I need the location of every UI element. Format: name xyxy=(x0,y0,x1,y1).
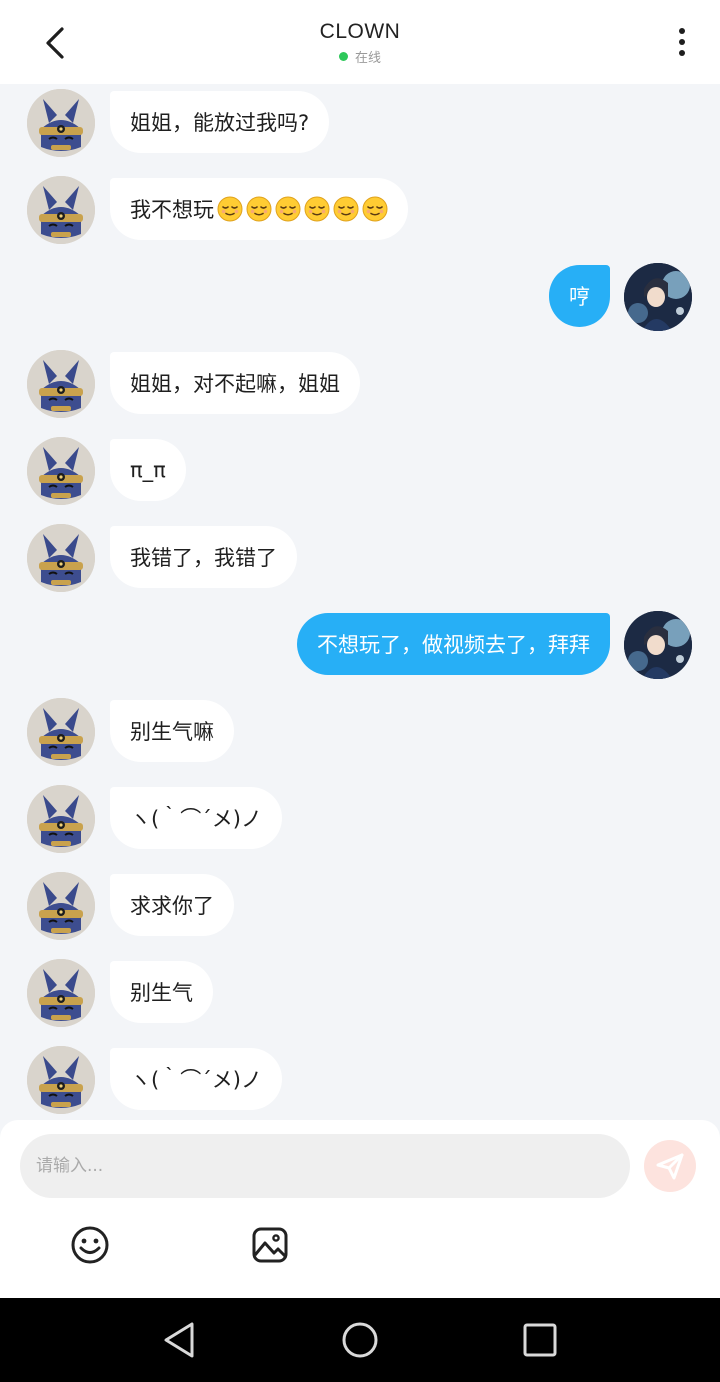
send-icon xyxy=(656,1153,684,1180)
message-text: 别生气 xyxy=(130,981,193,1005)
contact-avatar[interactable] xyxy=(27,89,95,157)
incoming-message-row: π_π xyxy=(0,435,720,505)
nav-home-icon xyxy=(342,1322,378,1358)
message-text: π_π xyxy=(130,458,166,482)
outgoing-message-row: 不想玩了，做视频去了，拜拜 xyxy=(0,609,720,679)
online-dot xyxy=(338,52,348,61)
contact-avatar[interactable] xyxy=(27,437,95,505)
incoming-message-row: 别生气嘛 xyxy=(0,696,720,766)
incoming-message-row: 我不想玩 xyxy=(0,174,720,244)
incoming-message-row: 别生气 xyxy=(0,957,720,1027)
message-text: ヽ(｀⌒´メ)ノ xyxy=(130,1068,262,1092)
more-dot xyxy=(679,39,685,45)
message-composer xyxy=(0,1120,720,1298)
message-bubble[interactable]: 别生气 xyxy=(110,961,213,1023)
message-text: 我不想玩 xyxy=(130,198,214,222)
chat-header: CLOWN 在线 xyxy=(0,0,720,84)
relieved-face-emoji xyxy=(275,196,301,222)
nav-recent-icon xyxy=(523,1323,557,1357)
image-button[interactable] xyxy=(249,1224,291,1266)
incoming-message-row: ヽ(｀⌒´メ)ノ xyxy=(0,783,720,853)
contact-avatar[interactable] xyxy=(27,524,95,592)
contact-avatar[interactable] xyxy=(27,350,95,418)
contact-avatar[interactable] xyxy=(27,785,95,853)
my-avatar[interactable] xyxy=(624,611,692,679)
nav-back-icon xyxy=(164,1322,194,1358)
message-bubble[interactable]: 我错了，我错了 xyxy=(110,526,297,588)
message-bubble[interactable]: ヽ(｀⌒´メ)ノ xyxy=(110,1048,282,1110)
more-dot xyxy=(679,50,685,56)
emoji-button[interactable] xyxy=(69,1224,111,1266)
relieved-face-emoji xyxy=(304,196,330,222)
nav-home-button[interactable] xyxy=(338,1318,382,1362)
my-avatar[interactable] xyxy=(624,263,692,331)
message-list[interactable]: 姐姐，能放过我吗? 我不想玩哼姐姐，对不起嘛，姐姐 π_π 我错了，我错了不想玩了，做… xyxy=(0,84,720,1120)
header-title-area: CLOWN 在线 xyxy=(0,20,720,66)
message-bubble[interactable]: 不想玩了，做视频去了，拜拜 xyxy=(297,613,610,675)
more-vertical-icon xyxy=(679,28,685,34)
incoming-message-row: 我错了，我错了 xyxy=(0,522,720,592)
contact-avatar[interactable] xyxy=(27,1046,95,1114)
message-text: ヽ(｀⌒´メ)ノ xyxy=(130,807,262,831)
more-options-button[interactable] xyxy=(668,22,696,62)
status-text: 在线 xyxy=(354,51,381,66)
contact-avatar[interactable] xyxy=(27,959,95,1027)
message-bubble[interactable]: 我不想玩 xyxy=(110,178,408,240)
smiley-icon xyxy=(71,1226,109,1264)
message-bubble[interactable]: π_π xyxy=(110,439,186,501)
message-text: 我错了，我错了 xyxy=(130,546,277,570)
image-icon xyxy=(252,1227,288,1263)
message-bubble[interactable]: 哼 xyxy=(549,265,610,327)
incoming-message-row: 求求你了 xyxy=(0,870,720,940)
message-bubble[interactable]: 别生气嘛 xyxy=(110,700,234,762)
contact-name: CLOWN xyxy=(319,20,401,43)
message-bubble[interactable]: 姐姐，能放过我吗? xyxy=(110,91,330,153)
message-input[interactable] xyxy=(20,1134,630,1198)
message-text: 不想玩了，做视频去了，拜拜 xyxy=(317,633,590,657)
relieved-face-emoji xyxy=(333,196,359,222)
incoming-message-row: 姐姐，对不起嘛，姐姐 xyxy=(0,348,720,418)
nav-recent-button[interactable] xyxy=(518,1318,562,1362)
system-navigation-bar xyxy=(0,1298,720,1382)
message-bubble[interactable]: 姐姐，对不起嘛，姐姐 xyxy=(110,352,360,414)
relieved-face-emoji xyxy=(362,196,388,222)
contact-avatar[interactable] xyxy=(27,872,95,940)
send-button[interactable] xyxy=(644,1140,696,1192)
nav-back-button[interactable] xyxy=(158,1318,202,1362)
incoming-message-row: 姐姐，能放过我吗? xyxy=(0,87,720,157)
online-status: 在线 xyxy=(0,47,720,66)
contact-avatar[interactable] xyxy=(27,176,95,244)
relieved-face-emoji xyxy=(217,196,243,222)
message-text: 求求你了 xyxy=(130,894,214,918)
message-text: 别生气嘛 xyxy=(130,720,214,744)
message-text: 姐姐，对不起嘛，姐姐 xyxy=(130,372,340,396)
message-bubble[interactable]: 求求你了 xyxy=(110,874,234,936)
relieved-face-emoji xyxy=(246,196,272,222)
message-bubble[interactable]: ヽ(｀⌒´メ)ノ xyxy=(110,787,282,849)
contact-avatar[interactable] xyxy=(27,698,95,766)
message-text: 姐姐，能放过我吗? xyxy=(130,111,310,135)
outgoing-message-row: 哼 xyxy=(0,261,720,331)
message-text: 哼 xyxy=(569,285,590,309)
incoming-message-row: ヽ(｀⌒´メ)ノ xyxy=(0,1044,720,1114)
